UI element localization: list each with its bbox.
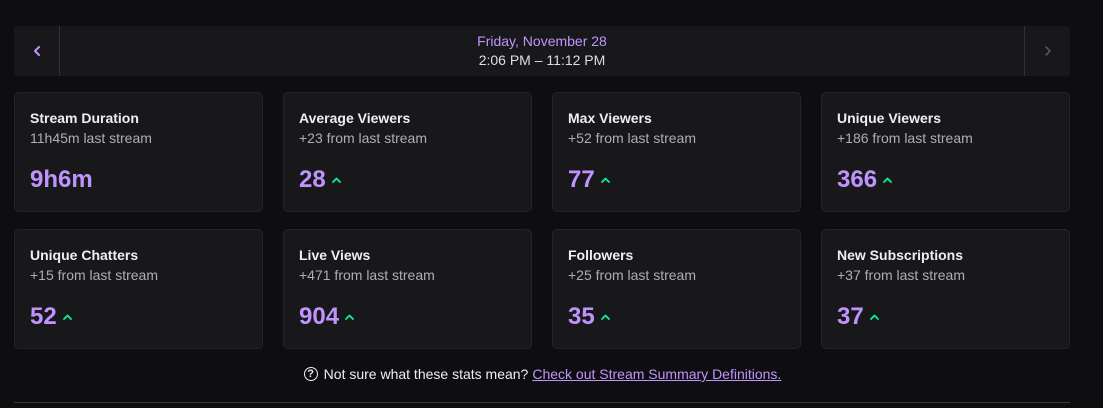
stat-comparison: +186 from last stream: [837, 130, 973, 146]
stat-value: 52: [30, 303, 57, 330]
stat-value-row: 52: [30, 302, 72, 332]
question-circle-icon: ?: [303, 367, 318, 381]
stat-title: Live Views: [299, 247, 371, 263]
stat-value-row: 904: [299, 302, 354, 332]
stat-comparison: 11h45m last stream: [30, 130, 152, 146]
stat-card-unique-viewers: Unique Viewers +186 from last stream 366: [821, 92, 1070, 212]
stream-date: Friday, November 28: [477, 33, 607, 49]
divider: [14, 402, 1070, 403]
stat-title: Unique Viewers: [837, 110, 942, 126]
stat-comparison: +23 from last stream: [299, 130, 427, 146]
stat-comparison: +25 from last stream: [568, 267, 696, 283]
stat-title: Stream Duration: [30, 110, 139, 126]
stat-comparison: +52 from last stream: [568, 130, 696, 146]
stream-date-display: Friday, November 28 2:06 PM – 11:12 PM: [60, 26, 1024, 76]
trend-up-icon: [600, 177, 610, 183]
stat-card-average-viewers: Average Viewers +23 from last stream 28: [283, 92, 532, 212]
stat-value: 35: [568, 303, 595, 330]
help-text: Not sure what these stats mean?: [323, 366, 529, 382]
stat-value-row: 37: [837, 302, 879, 332]
stat-comparison: +471 from last stream: [299, 267, 435, 283]
stat-value: 28: [299, 166, 326, 193]
stat-value-row: 35: [568, 302, 610, 332]
stat-card-followers: Followers +25 from last stream 35: [552, 229, 801, 349]
stat-title: Max Viewers: [568, 110, 652, 126]
stat-value-row: 28: [299, 165, 341, 195]
trend-up-icon: [869, 314, 879, 320]
stream-summary-definitions-link[interactable]: Check out Stream Summary Definitions.: [532, 366, 781, 382]
stat-value-row: 77: [568, 165, 610, 195]
trend-up-icon: [62, 314, 72, 320]
stat-card-new-subscriptions: New Subscriptions +37 from last stream 3…: [821, 229, 1070, 349]
trend-up-icon: [600, 314, 610, 320]
trend-up-icon: [883, 177, 892, 183]
stat-value: 366: [837, 166, 878, 193]
stat-card-unique-chatters: Unique Chatters +15 from last stream 52: [14, 229, 263, 349]
stat-value: 9h6m: [30, 166, 93, 193]
stat-value: 904: [299, 303, 340, 330]
stat-card-max-viewers: Max Viewers +52 from last stream 77: [552, 92, 801, 212]
stat-value-row: 9h6m: [30, 165, 93, 195]
stats-grid: Stream Duration 11h45m last stream 9h6m …: [14, 92, 1070, 349]
next-stream-button[interactable]: [1024, 26, 1070, 76]
stat-card-live-views: Live Views +471 from last stream 904: [283, 229, 532, 349]
stat-value: 37: [837, 303, 864, 330]
stat-title: Followers: [568, 247, 634, 263]
trend-up-icon: [331, 177, 341, 183]
stat-title: New Subscriptions: [837, 247, 964, 263]
chevron-left-icon: [33, 46, 40, 56]
stat-value: 77: [568, 166, 595, 193]
stat-comparison: +15 from last stream: [30, 267, 158, 283]
previous-stream-button[interactable]: [14, 26, 60, 76]
stat-title: Unique Chatters: [30, 247, 139, 263]
stat-value-row: 366: [837, 165, 892, 195]
date-navigator: Friday, November 28 2:06 PM – 11:12 PM: [14, 26, 1070, 76]
stat-comparison: +37 from last stream: [837, 267, 965, 283]
stat-title: Average Viewers: [299, 110, 411, 126]
stats-help-row: ? Not sure what these stats mean? Check …: [0, 366, 1085, 382]
chevron-right-icon: [1044, 46, 1051, 56]
stream-time-range: 2:06 PM – 11:12 PM: [478, 52, 606, 68]
trend-up-icon: [345, 314, 354, 320]
stat-card-stream-duration: Stream Duration 11h45m last stream 9h6m: [14, 92, 263, 212]
stream-summary-page: Friday, November 28 2:06 PM – 11:12 PM S…: [0, 0, 1103, 408]
